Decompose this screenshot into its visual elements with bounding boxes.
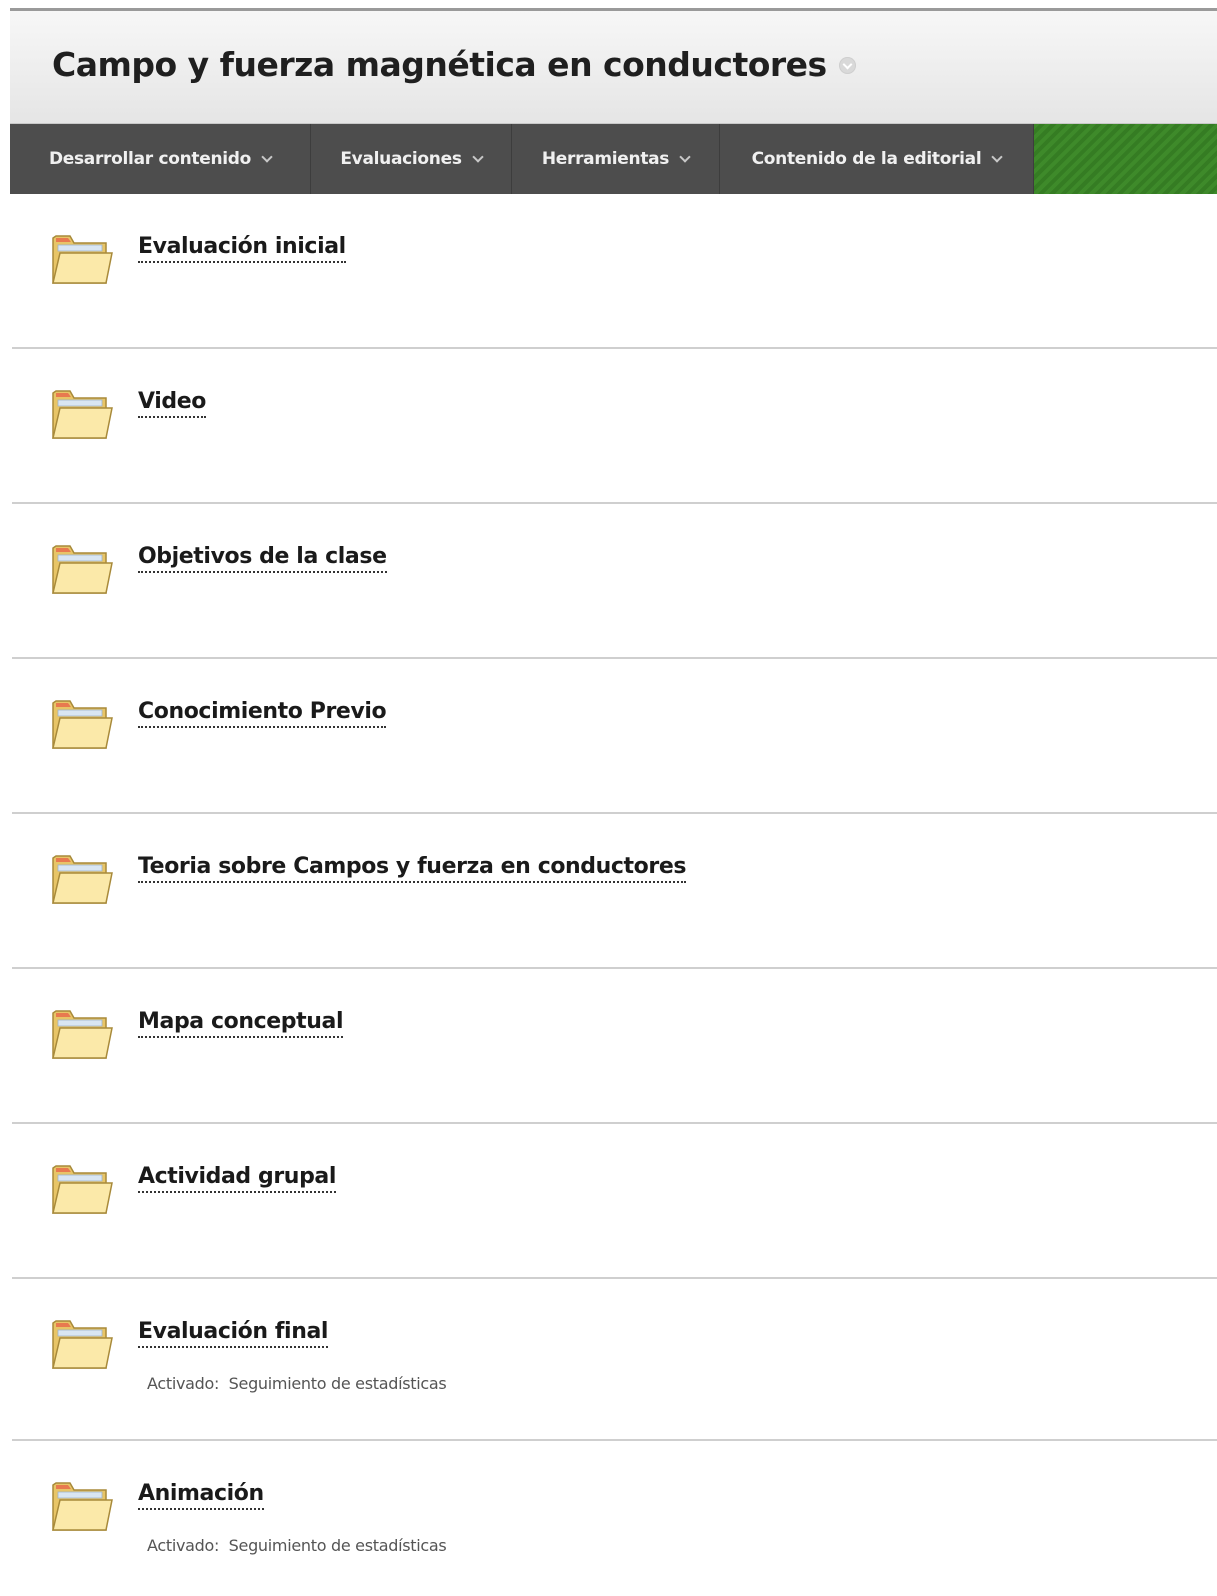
title-options-icon[interactable] bbox=[838, 57, 856, 74]
page-title: Campo y fuerza magnética en conductores bbox=[52, 45, 856, 84]
folder-icon bbox=[50, 1477, 114, 1535]
folder-icon bbox=[50, 230, 114, 288]
content-item-link[interactable]: Mapa conceptual bbox=[138, 1009, 343, 1038]
item-status-label: Activado: bbox=[147, 1536, 220, 1555]
item-status: Activado: Seguimiento de estadísticas bbox=[147, 1536, 447, 1555]
content-item-link[interactable]: Conocimiento Previo bbox=[138, 699, 387, 728]
chevron-down-icon bbox=[679, 151, 691, 163]
menu-label: Evaluaciones bbox=[340, 149, 462, 169]
menu-desarrollar-contenido[interactable]: Desarrollar contenido bbox=[10, 124, 311, 194]
content-item-link[interactable]: Animación bbox=[138, 1481, 264, 1510]
page-header: Campo y fuerza magnética en conductores bbox=[10, 11, 1217, 124]
content-item: Teoria sobre Campos y fuerza en conducto… bbox=[10, 814, 1217, 969]
item-status-label: Activado: bbox=[147, 1374, 220, 1393]
content-item: Actividad grupal bbox=[10, 1124, 1217, 1279]
content-item: Video bbox=[10, 349, 1217, 504]
menu-contenido-editorial[interactable]: Contenido de la editorial bbox=[720, 124, 1034, 194]
content-item: Conocimiento Previo bbox=[10, 659, 1217, 814]
menu-label: Herramientas bbox=[541, 149, 670, 169]
content-item-link[interactable]: Evaluación inicial bbox=[138, 234, 346, 263]
content-item-link[interactable]: Objetivos de la clase bbox=[138, 544, 387, 573]
page-title-text: Campo y fuerza magnética en conductores bbox=[52, 45, 827, 84]
chevron-down-icon bbox=[261, 151, 273, 163]
course-menu-bar: Desarrollar contenido Evaluaciones Herra… bbox=[10, 124, 1217, 194]
chevron-down-icon bbox=[471, 151, 484, 163]
content-item-link[interactable]: Video bbox=[138, 389, 206, 418]
content-list: Evaluación inicial Video Objetivos de la c… bbox=[10, 194, 1217, 1596]
item-status: Activado: Seguimiento de estadísticas bbox=[147, 1374, 447, 1393]
menu-label: Contenido de la editorial bbox=[751, 149, 982, 169]
folder-icon bbox=[50, 540, 114, 598]
menu-label: Desarrollar contenido bbox=[48, 149, 252, 169]
folder-icon bbox=[50, 1315, 114, 1373]
folder-icon bbox=[50, 1005, 114, 1063]
folder-icon bbox=[50, 1160, 114, 1218]
folder-icon bbox=[50, 850, 114, 908]
content-item-link[interactable]: Teoria sobre Campos y fuerza en conducto… bbox=[138, 854, 686, 883]
menu-herramientas[interactable]: Herramientas bbox=[512, 124, 720, 194]
menu-bar-accent bbox=[1034, 124, 1217, 194]
content-item-link[interactable]: Evaluación final bbox=[138, 1319, 328, 1348]
content-item: Evaluación final Activado: Seguimiento de… bbox=[10, 1279, 1217, 1441]
folder-icon bbox=[50, 695, 114, 753]
folder-icon bbox=[50, 385, 114, 443]
content-item-link[interactable]: Actividad grupal bbox=[138, 1164, 336, 1193]
content-item: Animación Activado: Seguimiento de estadí… bbox=[10, 1441, 1217, 1596]
item-status-value: Seguimiento de estadísticas bbox=[228, 1536, 447, 1555]
item-status-value: Seguimiento de estadísticas bbox=[228, 1374, 447, 1393]
content-item: Mapa conceptual bbox=[10, 969, 1217, 1124]
menu-evaluaciones[interactable]: Evaluaciones bbox=[311, 124, 512, 194]
content-item: Evaluación inicial bbox=[10, 194, 1217, 349]
chevron-down-icon bbox=[991, 151, 1004, 163]
content-item: Objetivos de la clase bbox=[10, 504, 1217, 659]
